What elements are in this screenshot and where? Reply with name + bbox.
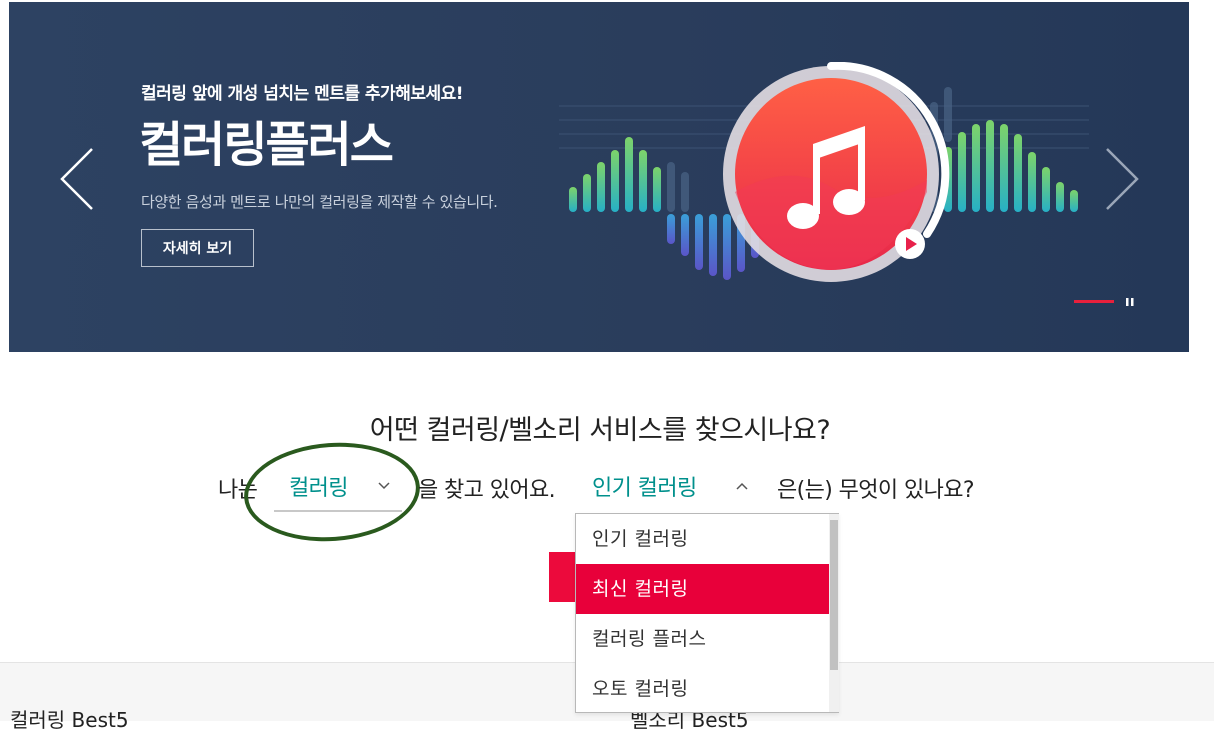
dropdown-option-highlighted[interactable]: 최신 컬러링 <box>576 564 829 614</box>
sort-select-value: 인기 컬러링 <box>592 476 697 501</box>
dropdown-option[interactable]: 오토 컬러링 <box>576 664 829 714</box>
banner-subtitle: 컬러링 앞에 개성 넘치는 멘트를 추가해보세요! <box>141 84 464 104</box>
sort-dropdown: 인기 컬러링 최신 컬러링 컬러링 플러스 오토 컬러링 <box>575 513 839 713</box>
slide-indicator-active[interactable] <box>1074 300 1114 303</box>
finder-prefix: 나는 <box>218 478 258 503</box>
sort-select[interactable]: 인기 컬러링 <box>578 466 750 510</box>
promo-banner: 컬러링 앞에 개성 넘치는 멘트를 추가해보세요! 컬러링플러스 다양한 음성과… <box>9 2 1189 352</box>
type-select[interactable]: 컬러링 <box>274 466 402 512</box>
chevron-right-icon[interactable] <box>1102 147 1142 211</box>
finder-suffix: 은(는) 무엇이 있나요? <box>777 478 975 503</box>
type-select-value: 컬러링 <box>289 476 349 501</box>
finder-question: 어떤 컬러링/벨소리 서비스를 찾으시나요? <box>369 415 831 446</box>
dropdown-option[interactable]: 컬러링 플러스 <box>576 614 829 664</box>
chevron-down-icon <box>378 482 390 490</box>
pause-icon[interactable] <box>1126 298 1134 306</box>
chevron-up-icon <box>736 482 748 490</box>
dropdown-scrollbar[interactable] <box>829 514 839 712</box>
play-icon <box>895 229 925 259</box>
banner-title: 컬러링플러스 <box>139 117 394 173</box>
banner-illustration <box>559 62 1089 282</box>
dropdown-option[interactable]: 인기 컬러링 <box>576 514 829 564</box>
finder-middle: 을 찾고 있어요. <box>418 478 556 503</box>
coloring-best-heading: 컬러링 Best5 <box>10 708 129 732</box>
detail-button[interactable]: 자세히 보기 <box>141 229 254 267</box>
scrollbar-thumb[interactable] <box>830 520 838 670</box>
banner-description: 다양한 음성과 멘트로 나만의 컬러링을 제작할 수 있습니다. <box>141 193 498 211</box>
chevron-left-icon[interactable] <box>59 147 99 211</box>
